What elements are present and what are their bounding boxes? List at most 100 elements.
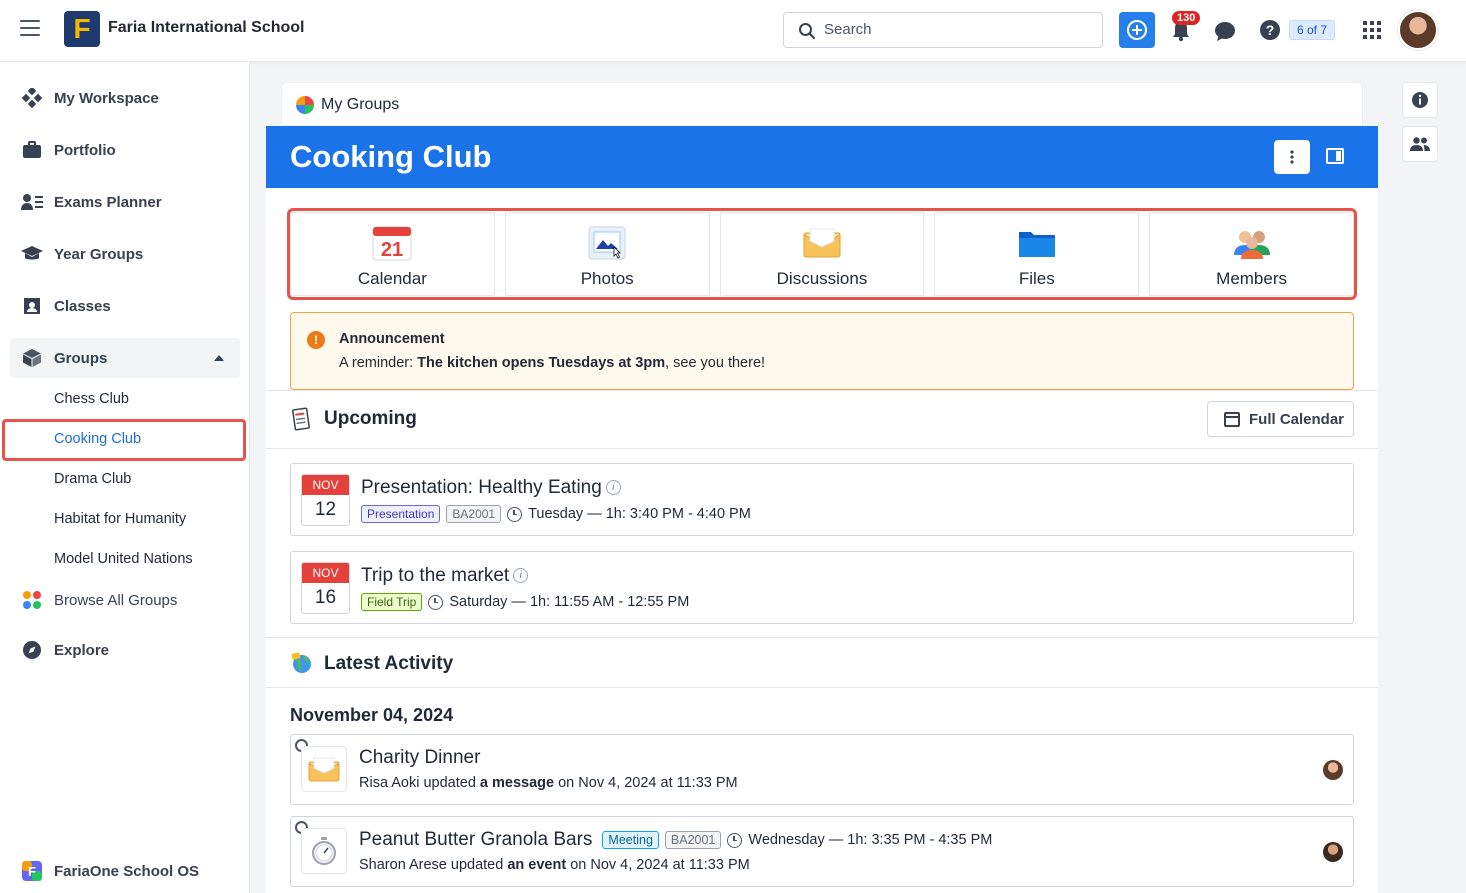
event-tag: Presentation xyxy=(361,505,441,523)
members-icon xyxy=(1233,231,1270,259)
activity-thumbnail xyxy=(301,746,347,792)
clock-icon xyxy=(507,506,523,522)
full-calendar-button[interactable]: Full Calendar xyxy=(1207,401,1354,437)
people-icon xyxy=(1410,137,1430,151)
tile-label: Discussions xyxy=(776,269,868,288)
photos-icon xyxy=(588,226,626,260)
event-time: Tuesday — 1h: 3:40 PM - 4:40 PM xyxy=(528,506,751,522)
divider xyxy=(266,637,1378,638)
sidebar-item-label: My Workspace xyxy=(54,89,159,107)
page-title: Cooking Club xyxy=(290,139,492,174)
activity-title[interactable]: Charity Dinner xyxy=(359,747,480,769)
full-calendar-label: Full Calendar xyxy=(1249,411,1345,428)
avatar[interactable] xyxy=(1323,760,1343,780)
cube-icon xyxy=(20,348,44,368)
briefcase-icon xyxy=(20,141,44,159)
breadcrumb: My Groups xyxy=(281,82,1363,126)
event-card[interactable]: NOV 16 Trip to the market i Field Trip Sa… xyxy=(290,551,1354,624)
latest-activity-title: Latest Activity xyxy=(324,653,454,674)
divider xyxy=(266,687,1378,688)
sidebar-item-classes[interactable]: Classes xyxy=(10,286,240,326)
tile-photos[interactable]: Photos xyxy=(504,212,710,296)
panel-toggle-icon[interactable] xyxy=(1326,148,1344,164)
event-meta: Field Trip Saturday — 1h: 11:55 AM - 12:… xyxy=(361,593,689,611)
svg-text:F: F xyxy=(28,864,36,879)
workspace-icon xyxy=(20,88,44,108)
info-button[interactable] xyxy=(1402,82,1438,118)
event-time: Wednesday — 1h: 3:35 PM - 4:35 PM xyxy=(748,832,993,848)
sidebar-item-groups[interactable]: Groups xyxy=(10,338,240,378)
warning-icon: ! xyxy=(307,331,325,349)
activity-date: November 04, 2024 xyxy=(290,705,454,725)
page-counter: 6 of 7 xyxy=(1289,20,1336,40)
sidebar-item-label: Browse All Groups xyxy=(54,591,178,609)
chevron-up-icon[interactable] xyxy=(214,355,224,361)
sidebar-item-explore[interactable]: Explore xyxy=(10,630,240,670)
tile-label: Photos xyxy=(580,269,634,288)
breadcrumb-my-groups[interactable]: My Groups xyxy=(321,96,399,114)
help-icon[interactable]: ? xyxy=(1259,19,1281,41)
groups-wheel-icon xyxy=(296,96,314,114)
sidebar-footer-fariaone[interactable]: F FariaOne School OS xyxy=(10,851,240,891)
announcement-title: Announcement xyxy=(339,331,445,347)
activity-subtitle: Risa Aoki updated a message on Nov 4, 20… xyxy=(359,775,738,791)
sidebar-item-label: Explore xyxy=(54,641,110,659)
event-title[interactable]: Presentation: Healthy Eating i xyxy=(361,477,621,499)
envelope-icon xyxy=(803,228,841,258)
avatar[interactable] xyxy=(1323,842,1343,862)
hamburger-menu-icon[interactable] xyxy=(20,20,40,40)
group-link-drama-club[interactable]: Drama Club xyxy=(54,471,131,487)
upcoming-title: Upcoming xyxy=(324,408,417,429)
sidebar-item-browse-all-groups[interactable]: Browse All Groups xyxy=(10,580,240,620)
sidebar-item-exams-planner[interactable]: Exams Planner xyxy=(10,182,240,222)
highlight-cooking-club xyxy=(2,419,246,461)
user-avatar[interactable] xyxy=(1398,10,1438,50)
event-date: NOV 12 xyxy=(301,474,350,526)
tile-discussions[interactable]: Discussions xyxy=(719,212,925,296)
quick-links: 21 Calendar Photos Discussions Files Mem… xyxy=(290,212,1354,296)
group-link-habitat-for-humanity[interactable]: Habitat for Humanity xyxy=(54,511,186,527)
activity-item[interactable]: Peanut Butter Granola Bars Meeting BA200… xyxy=(290,816,1354,887)
sidebar-item-my-workspace[interactable]: My Workspace xyxy=(10,78,240,118)
compass-icon xyxy=(20,640,44,660)
svg-text:21: 21 xyxy=(381,239,403,261)
school-name[interactable]: Faria International School xyxy=(108,19,304,37)
group-link-chess-club[interactable]: Chess Club xyxy=(54,391,129,407)
sidebar-item-year-groups[interactable]: Year Groups xyxy=(10,234,240,274)
event-time: Saturday — 1h: 11:55 AM - 12:55 PM xyxy=(449,594,690,610)
sidebar-item-portfolio[interactable]: Portfolio xyxy=(10,130,240,170)
event-card[interactable]: NOV 12 Presentation: Healthy Eating i Pre… xyxy=(290,463,1354,536)
sidebar-item-label: Exams Planner xyxy=(54,193,162,211)
apps-grid-icon[interactable] xyxy=(1363,21,1381,39)
top-bar: F Faria International School 130 ? 6 of … xyxy=(0,0,1466,62)
search-box[interactable] xyxy=(783,12,1103,48)
group-content: 21 Calendar Photos Discussions Files Mem… xyxy=(266,188,1378,893)
sidebar-item-label: Groups xyxy=(54,349,108,367)
event-title[interactable]: Trip to the market i xyxy=(361,565,529,587)
chat-icon[interactable] xyxy=(1214,20,1236,42)
notebook-icon xyxy=(292,407,310,431)
stopwatch-icon xyxy=(312,837,336,865)
search-input[interactable] xyxy=(824,21,1084,38)
fariaone-logo-icon: F xyxy=(20,861,44,881)
event-code: BA2001 xyxy=(664,831,722,849)
plus-circle-icon xyxy=(1127,20,1147,40)
tile-label: Members xyxy=(1216,269,1288,288)
clock-icon xyxy=(727,832,743,848)
activity-item[interactable]: Charity Dinner Risa Aoki updated a messa… xyxy=(290,734,1354,805)
add-button[interactable] xyxy=(1119,12,1155,48)
tile-files[interactable]: Files xyxy=(934,212,1140,296)
tile-calendar[interactable]: 21 Calendar xyxy=(290,212,495,296)
graduation-cap-icon xyxy=(20,245,44,263)
info-icon[interactable]: i xyxy=(513,568,529,584)
calendar-icon: 21 xyxy=(372,226,412,261)
school-logo[interactable]: F xyxy=(64,11,100,47)
more-options-button[interactable] xyxy=(1274,140,1310,174)
members-panel-button[interactable] xyxy=(1402,126,1438,162)
info-icon[interactable]: i xyxy=(605,480,621,496)
activity-title[interactable]: Peanut Butter Granola Bars Meeting BA200… xyxy=(359,829,992,851)
sidebar: My Workspace Portfolio Exams Planner Yea… xyxy=(0,62,250,893)
kebab-menu-icon xyxy=(1290,150,1294,164)
group-link-model-united-nations[interactable]: Model United Nations xyxy=(54,551,193,567)
tile-members[interactable]: Members xyxy=(1149,212,1354,296)
